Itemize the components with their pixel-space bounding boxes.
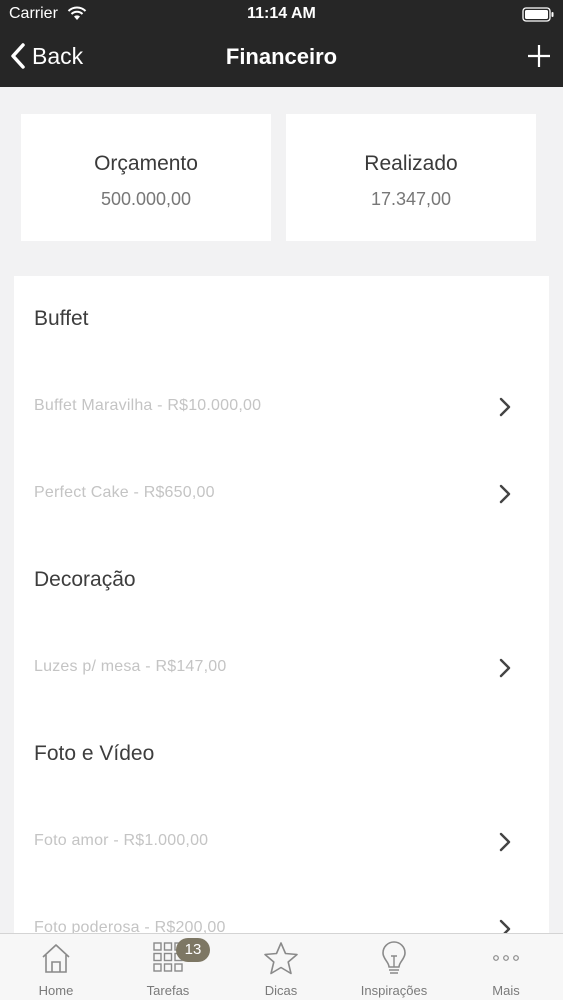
tab-mais[interactable]: Mais	[450, 934, 562, 1000]
tab-inspiracoes[interactable]: Inspirações	[338, 934, 450, 1000]
chevron-right-icon	[499, 832, 511, 852]
chevron-right-icon	[499, 658, 511, 678]
add-button[interactable]	[526, 43, 552, 69]
battery-icon	[522, 7, 554, 22]
chevron-right-icon	[499, 484, 511, 504]
navigation-bar: Back Financeiro	[0, 30, 563, 87]
budget-label: Orçamento	[94, 152, 198, 175]
tab-label: Home	[38, 983, 74, 998]
tab-dicas[interactable]: Dicas	[225, 934, 337, 1000]
item-label: Luzes p/ mesa - R$147,00	[34, 658, 227, 675]
back-button[interactable]: Back	[10, 40, 83, 72]
star-icon	[264, 942, 298, 975]
tab-label: Mais	[492, 983, 520, 998]
tab-label: Dicas	[264, 983, 298, 998]
tasks-badge: 13	[176, 938, 210, 962]
more-icon	[493, 955, 519, 961]
item-label: Perfect Cake - R$650,00	[34, 484, 215, 501]
expense-list: Buffet Buffet Maravilha - R$10.000,00 Pe…	[14, 276, 549, 1000]
tab-label: Inspirações	[360, 983, 428, 998]
list-item[interactable]: Perfect Cake - R$650,00	[14, 465, 549, 525]
lightbulb-icon	[382, 941, 406, 974]
list-item[interactable]: Buffet Maravilha - R$10.000,00	[14, 378, 549, 438]
tab-bar: Home 13 Tarefas Dicas Inspirações Mais	[0, 933, 563, 1000]
list-item[interactable]: Luzes p/ mesa - R$147,00	[14, 639, 549, 699]
page-title: Financeiro	[225, 44, 338, 69]
tab-home[interactable]: Home	[0, 934, 112, 1000]
budget-value: 500.000,00	[100, 189, 192, 209]
chevron-left-icon	[11, 43, 25, 69]
tab-tarefas[interactable]: 13 Tarefas	[112, 934, 224, 1000]
spent-card: Realizado 17.347,00	[286, 114, 536, 241]
plus-icon	[528, 45, 550, 67]
list-item[interactable]: Foto amor - R$1.000,00	[14, 813, 549, 873]
budget-card: Orçamento 500.000,00	[21, 114, 271, 241]
section-title: Decoração	[34, 568, 136, 591]
section-title: Buffet	[34, 307, 89, 330]
spent-value: 17.347,00	[370, 189, 452, 209]
home-icon	[42, 944, 70, 973]
back-label: Back	[32, 42, 84, 69]
item-label: Buffet Maravilha - R$10.000,00	[34, 397, 262, 414]
tab-label: Tarefas	[146, 983, 190, 998]
status-time: 11:14 AM	[247, 5, 316, 22]
section-title: Foto e Vídeo	[34, 742, 155, 765]
spent-label: Realizado	[364, 152, 458, 175]
header: Carrier 11:14 AM Back Financeiro	[0, 0, 563, 87]
status-bar: Carrier 11:14 AM	[0, 0, 563, 30]
chevron-right-icon	[499, 397, 511, 417]
item-label: Foto amor - R$1.000,00	[34, 832, 209, 849]
